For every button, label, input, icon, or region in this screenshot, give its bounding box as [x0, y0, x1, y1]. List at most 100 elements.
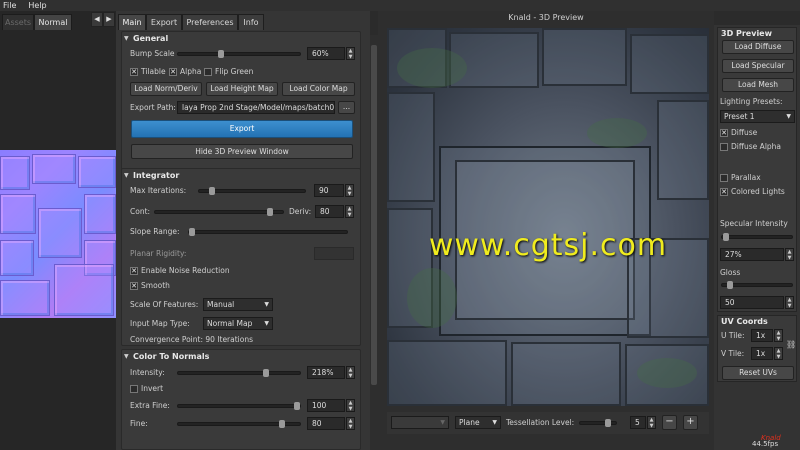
nav-next-button[interactable]: ▶ [103, 12, 115, 27]
fine-input[interactable]: 80 [307, 417, 345, 430]
collapse-arrow-icon[interactable]: ▼ [124, 353, 129, 360]
3d-viewport[interactable]: www.cgtsj.com [387, 28, 709, 406]
spin-arrows-icon[interactable]: ▲ ▼ [346, 47, 355, 60]
menu-help[interactable]: Help [28, 1, 46, 10]
collapse-arrow-icon[interactable]: ▼ [124, 172, 129, 179]
load-mesh-button[interactable]: Load Mesh [722, 78, 794, 92]
scale-of-features-select[interactable]: Manual ▼ [203, 298, 273, 311]
preview-bottom-bar: ▼ Plane ▼ Tessellation Level: 5 ▲ ▼ − + [387, 412, 709, 434]
extra-fine-slider[interactable] [177, 402, 301, 410]
invert-label: Invert [141, 384, 164, 393]
tab-preferences[interactable]: Preferences [182, 14, 238, 30]
increase-button[interactable]: + [683, 415, 698, 430]
load-color-button[interactable]: Load Color Map [282, 82, 355, 96]
tessellation-slider[interactable] [579, 419, 617, 427]
spin-arrows-icon[interactable]: ▲ ▼ [785, 296, 794, 309]
menu-file[interactable]: File [3, 1, 16, 10]
link-icon[interactable]: ⛓ [786, 340, 796, 349]
section-title: Integrator [133, 171, 180, 180]
intensity-input[interactable]: 218% [307, 366, 345, 379]
fine-slider[interactable] [177, 420, 301, 428]
spin-arrows-icon[interactable]: ▲ ▼ [774, 329, 783, 342]
colored-lights-label: Colored Lights [731, 187, 785, 196]
extra-fine-input[interactable]: 100 [307, 399, 345, 412]
reset-uvs-button[interactable]: Reset UVs [722, 366, 794, 380]
diffuse-alpha-checkbox[interactable] [720, 143, 728, 151]
spin-arrows-icon[interactable]: ▲ ▼ [785, 248, 794, 261]
v-tile-input[interactable]: 1x [751, 347, 773, 360]
max-iterations-slider[interactable] [198, 187, 306, 195]
select-value: Preset 1 [724, 112, 755, 121]
knald-logo: Knald [761, 434, 781, 442]
hide-preview-button[interactable]: Hide 3D Preview Window [131, 144, 353, 159]
tilable-checkbox[interactable]: ✕ [130, 68, 138, 76]
specular-input[interactable]: 27% [720, 248, 784, 261]
nav-prev-button[interactable]: ◀ [91, 12, 103, 27]
invert-checkbox[interactable] [130, 385, 138, 393]
smooth-checkbox[interactable]: ✕ [130, 282, 138, 290]
gloss-input[interactable]: 50 [720, 296, 784, 309]
browse-button[interactable]: ... [338, 101, 355, 114]
tab-export[interactable]: Export [146, 14, 182, 30]
bump-scale-slider[interactable] [177, 50, 301, 58]
chevron-down-icon: ▼ [440, 419, 445, 426]
smooth-label: Smooth [141, 281, 170, 290]
slider-knob[interactable] [605, 419, 612, 427]
slider-knob[interactable] [267, 208, 274, 216]
gloss-slider[interactable] [721, 281, 793, 289]
mesh-select[interactable]: Plane ▼ [455, 416, 501, 429]
convergence-text: Convergence Point: 90 Iterations [130, 335, 254, 344]
spin-arrows-icon[interactable]: ▲ ▼ [647, 416, 656, 429]
spin-arrows-icon[interactable]: ▲ ▼ [774, 347, 783, 360]
tab-normal[interactable]: Normal [34, 14, 72, 30]
collapse-arrow-icon[interactable]: ▼ [124, 35, 129, 42]
deriv-input[interactable]: 80 [315, 205, 344, 218]
tab-main[interactable]: Main [118, 14, 146, 30]
specular-slider[interactable] [721, 233, 793, 241]
slider-knob[interactable] [189, 228, 196, 236]
chevron-down-icon: ▼ [786, 113, 791, 120]
intensity-slider[interactable] [177, 369, 301, 377]
slider-knob[interactable] [727, 281, 734, 289]
spin-arrows-icon[interactable]: ▲ ▼ [345, 205, 354, 218]
flip-green-label: Flip Green [215, 67, 254, 76]
u-tile-input[interactable]: 1x [751, 329, 773, 342]
render-mode-select[interactable]: ▼ [391, 416, 449, 429]
slider-knob[interactable] [217, 50, 224, 58]
slope-range-slider[interactable] [188, 228, 348, 236]
slider-knob[interactable] [278, 420, 285, 428]
slider-knob[interactable] [208, 187, 215, 195]
load-norm-button[interactable]: Load Norm/Deriv [130, 82, 202, 96]
load-height-button[interactable]: Load Height Map [206, 82, 278, 96]
slider-knob[interactable] [722, 233, 729, 241]
decrease-button[interactable]: − [662, 415, 677, 430]
max-iterations-input[interactable]: 90 [314, 184, 344, 197]
tessellation-input[interactable]: 5 [630, 416, 646, 429]
alpha-checkbox[interactable]: ✕ [169, 68, 177, 76]
tab-assets[interactable]: Assets [2, 14, 34, 30]
bump-scale-input[interactable]: 60% [307, 47, 345, 60]
slider-knob[interactable] [262, 369, 269, 377]
export-button[interactable]: Export [131, 120, 353, 138]
spin-arrows-icon[interactable]: ▲ ▼ [345, 184, 354, 197]
parallax-checkbox[interactable] [720, 174, 728, 182]
load-diffuse-button[interactable]: Load Diffuse [722, 40, 794, 54]
slider-knob[interactable] [294, 402, 300, 410]
input-map-type-select[interactable]: Normal Map ▼ [203, 317, 273, 330]
colored-lights-checkbox[interactable]: ✕ [720, 188, 728, 196]
tab-info[interactable]: Info [238, 14, 264, 30]
spin-arrows-icon[interactable]: ▲ ▼ [346, 366, 355, 379]
diffuse-checkbox[interactable]: ✕ [720, 129, 728, 137]
uv-coords-group: UV Coords U Tile: 1x ▲ ▼ V Tile: 1x ▲ ▼ ⛓ … [717, 315, 797, 382]
scrollbar-thumb[interactable] [371, 45, 377, 385]
lighting-presets-select[interactable]: Preset 1 ▼ [720, 110, 795, 123]
cont-slider[interactable] [154, 208, 284, 216]
noise-reduction-checkbox[interactable]: ✕ [130, 267, 138, 275]
load-specular-button[interactable]: Load Specular [722, 59, 794, 73]
parallax-label: Parallax [731, 173, 761, 182]
spin-arrows-icon[interactable]: ▲ ▼ [346, 399, 355, 412]
chevron-down-icon: ▼ [264, 301, 269, 308]
spin-arrows-icon[interactable]: ▲ ▼ [346, 417, 355, 430]
flip-green-checkbox[interactable] [204, 68, 212, 76]
export-path-input[interactable]: laya Prop 2nd Stage/Model/maps/batch02 [177, 101, 335, 114]
